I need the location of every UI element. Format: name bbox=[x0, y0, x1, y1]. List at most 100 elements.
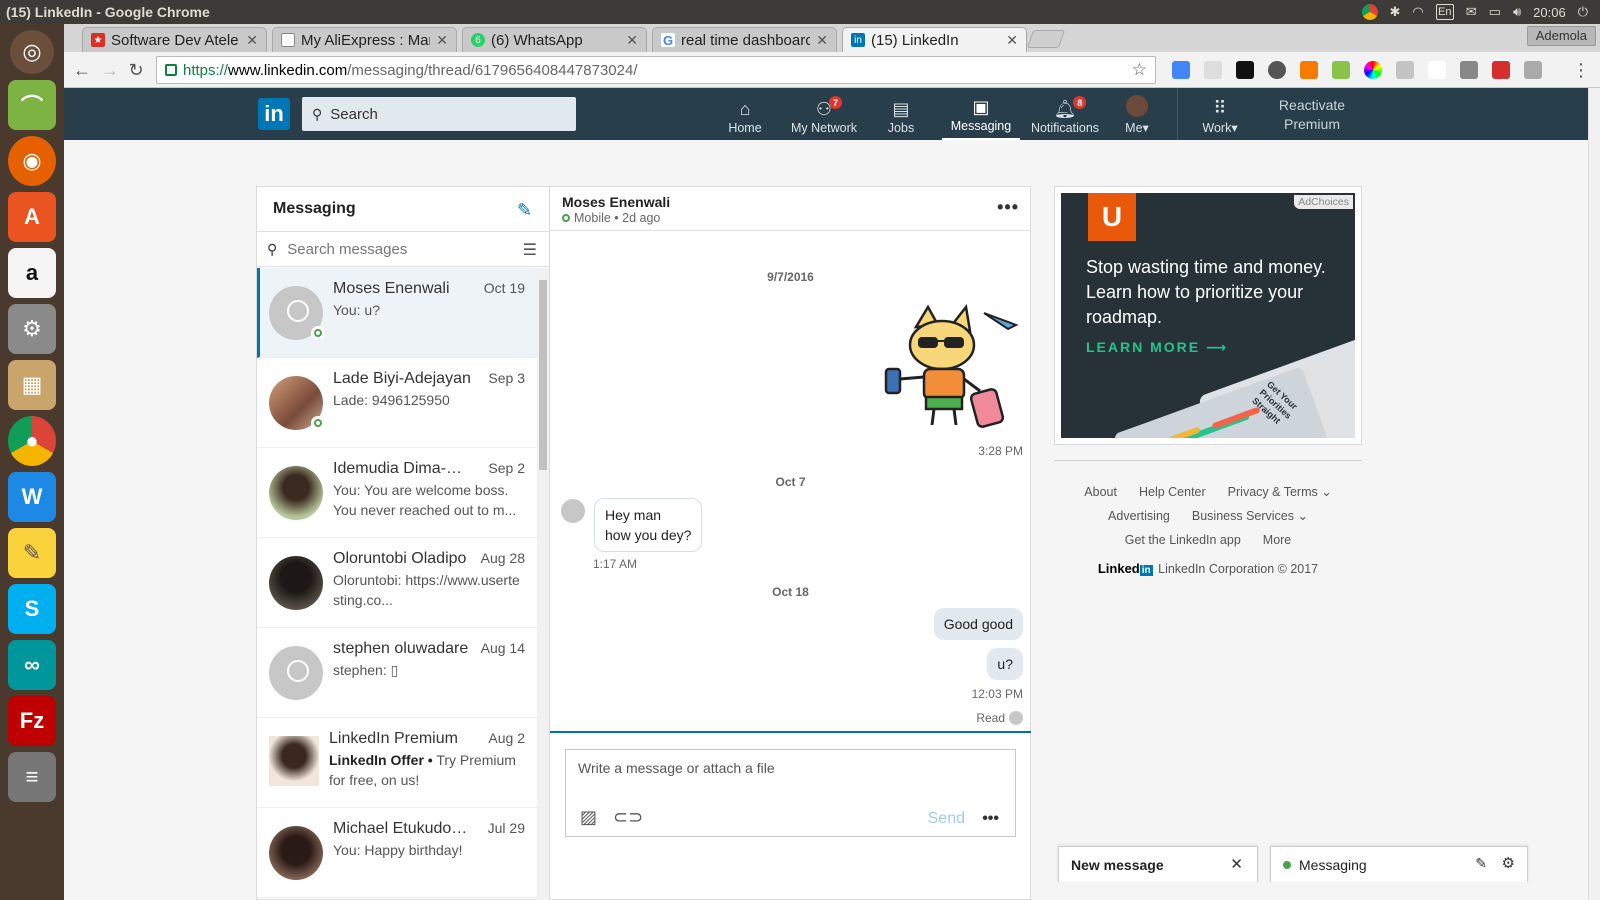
close-tab-icon[interactable]: ✕ bbox=[246, 32, 258, 49]
firefox-icon[interactable]: ◉ bbox=[8, 136, 56, 186]
reactivate-premium-link[interactable]: Reactivate Premium bbox=[1264, 96, 1360, 134]
address-bar[interactable]: https://www.linkedin.com/messaging/threa… bbox=[156, 56, 1156, 84]
close-tab-icon[interactable]: ✕ bbox=[626, 32, 638, 49]
angular-extension-icon[interactable] bbox=[1396, 61, 1414, 79]
bluetooth-icon[interactable]: ✱ bbox=[1390, 4, 1401, 20]
back-icon[interactable]: ← bbox=[70, 58, 94, 82]
wifi-icon[interactable]: ◠ bbox=[1412, 4, 1423, 20]
nav-jobs[interactable]: ▤ Jobs bbox=[876, 88, 926, 140]
list-item[interactable]: Idemudia Dima-Ok... Sep 2 You: You are w… bbox=[257, 448, 537, 538]
footer-link-more[interactable]: More bbox=[1263, 533, 1291, 547]
ad-creative[interactable]: U AdChoices Stop wasting time and money.… bbox=[1061, 193, 1355, 438]
map-app-icon[interactable]: ▦ bbox=[8, 360, 56, 410]
clock[interactable]: 20:06 bbox=[1533, 5, 1566, 20]
extension-icon[interactable] bbox=[1428, 61, 1446, 79]
list-item[interactable]: stephen oluwadare Aug 14 stephen: ▯ bbox=[257, 628, 537, 718]
linkedin-logo[interactable]: in bbox=[258, 98, 290, 130]
browser-tab[interactable]: G real time dashboarc ✕ bbox=[652, 27, 837, 52]
writer-icon[interactable]: W bbox=[8, 472, 56, 522]
volume-icon[interactable]: 🔊︎ bbox=[1513, 4, 1521, 20]
browser-tab[interactable]: ★ Software Dev Atele ✕ bbox=[82, 27, 267, 52]
send-button[interactable]: Send bbox=[928, 810, 965, 828]
adchoices-link[interactable]: AdChoices bbox=[1294, 195, 1353, 209]
footer-link-advertising[interactable]: Advertising bbox=[1108, 509, 1170, 523]
chrome-tray-icon[interactable] bbox=[1361, 4, 1378, 20]
nav-notifications[interactable]: 🔔︎ 8 Notifications bbox=[1024, 88, 1106, 140]
conversation-list-scrollbar[interactable] bbox=[537, 268, 549, 900]
stack-apps-icon[interactable]: ≡ bbox=[8, 752, 56, 802]
color-picker-extension-icon[interactable] bbox=[1332, 61, 1350, 79]
nav-work[interactable]: ⠿ Work▾ bbox=[1192, 88, 1248, 140]
chrome-menu-icon[interactable]: ⋮ bbox=[1569, 58, 1593, 82]
compose-icon[interactable]: ✎ bbox=[517, 200, 537, 220]
compose-icon[interactable]: ✎ bbox=[1475, 855, 1487, 872]
shield-extension-icon[interactable] bbox=[1460, 61, 1478, 79]
ad-learn-more[interactable]: LEARN MORE ⟶ bbox=[1086, 339, 1228, 356]
sidebar-ad[interactable]: U AdChoices Stop wasting time and money.… bbox=[1054, 186, 1362, 445]
extension-icon[interactable] bbox=[1300, 61, 1318, 79]
more-options-icon[interactable]: ••• bbox=[982, 810, 999, 828]
scrollbar-thumb[interactable] bbox=[539, 280, 547, 470]
power-icon[interactable]: ⏻ bbox=[1578, 4, 1588, 20]
message-input[interactable] bbox=[566, 750, 1015, 800]
amazon-icon[interactable]: a bbox=[8, 248, 56, 298]
footer-link-business[interactable]: Business Services ⌄ bbox=[1192, 509, 1308, 523]
list-item[interactable]: Moses Enenwali Oct 19 You: u? bbox=[257, 268, 537, 358]
gear-icon[interactable]: ⚙ bbox=[1502, 854, 1515, 872]
forward-icon[interactable]: → bbox=[98, 58, 122, 82]
close-tab-icon[interactable]: ✕ bbox=[436, 32, 448, 49]
chrome-profile-button[interactable]: Ademola bbox=[1526, 26, 1596, 46]
browser-tab-active[interactable]: in (15) LinkedIn ✕ bbox=[842, 27, 1027, 52]
nav-me[interactable]: Me▾ bbox=[1114, 88, 1160, 140]
extension-icon[interactable] bbox=[1524, 61, 1542, 79]
browser-tab[interactable]: My AliExpress : Mar ✕ bbox=[272, 27, 457, 52]
software-center-icon[interactable]: A bbox=[8, 192, 56, 242]
new-tab-button[interactable] bbox=[1026, 30, 1066, 48]
battery-icon[interactable]: ▭ bbox=[1489, 4, 1501, 20]
translate-extension-icon[interactable] bbox=[1172, 61, 1190, 79]
search-messages-input[interactable] bbox=[287, 240, 488, 258]
reload-icon[interactable]: ↻ bbox=[124, 58, 148, 82]
global-search-input[interactable] bbox=[330, 105, 551, 123]
notes-icon[interactable]: ✎ bbox=[8, 528, 56, 578]
paperclip-icon[interactable]: ⊂⊃ bbox=[613, 807, 643, 828]
wordpress-extension-icon[interactable] bbox=[1268, 61, 1286, 79]
image-icon[interactable]: ▨ bbox=[580, 807, 597, 828]
thread-contact-name[interactable]: Moses Enenwali bbox=[562, 194, 1019, 210]
nav-home[interactable]: ⌂ Home bbox=[718, 88, 772, 140]
extension-icon[interactable] bbox=[1492, 61, 1510, 79]
chrome-icon[interactable]: ● bbox=[8, 416, 56, 466]
list-item[interactable]: Michael Etukudoh ... Jul 29 You: Happy b… bbox=[257, 808, 537, 898]
extension-icon[interactable] bbox=[1204, 61, 1222, 79]
more-options-icon[interactable]: ••• bbox=[997, 197, 1019, 218]
page-scrollbar[interactable] bbox=[1588, 88, 1600, 900]
aptana-icon[interactable]: ⌒ bbox=[8, 80, 56, 130]
close-tab-icon[interactable]: ✕ bbox=[1006, 32, 1018, 49]
footer-link-about[interactable]: About bbox=[1084, 485, 1117, 499]
list-item[interactable]: LinkedIn Premium Aug 2 LinkedIn Offer • … bbox=[257, 718, 537, 808]
global-search[interactable]: ⚲ bbox=[302, 97, 576, 131]
close-icon[interactable]: ✕ bbox=[1230, 855, 1243, 873]
messaging-popup[interactable]: Messaging ✎ ⚙ bbox=[1270, 846, 1528, 882]
filezilla-icon[interactable]: Fz bbox=[8, 696, 56, 746]
jetbrains-extension-icon[interactable] bbox=[1236, 61, 1254, 79]
browser-tab[interactable]: 6 (6) WhatsApp ✕ bbox=[462, 27, 647, 52]
nav-messaging[interactable]: ▣ Messaging bbox=[942, 88, 1020, 140]
close-tab-icon[interactable]: ✕ bbox=[816, 32, 828, 49]
skype-icon[interactable]: S bbox=[8, 584, 56, 634]
palette-extension-icon[interactable] bbox=[1364, 61, 1382, 79]
keyboard-layout-indicator[interactable]: En bbox=[1435, 4, 1454, 20]
list-item[interactable]: Oloruntobi Oladipo Aug 28 Oloruntobi: ht… bbox=[257, 538, 537, 628]
footer-link-help[interactable]: Help Center bbox=[1139, 485, 1206, 499]
footer-link-privacy[interactable]: Privacy & Terms ⌄ bbox=[1228, 485, 1332, 499]
nav-my-network[interactable]: ⚇ 7 My Network bbox=[786, 88, 862, 140]
new-message-popup[interactable]: New message ✕ bbox=[1058, 846, 1258, 882]
list-item[interactable]: Lade Biyi-Adejayan Sep 3 Lade: 949612595… bbox=[257, 358, 537, 448]
ubuntu-dash-icon[interactable]: ◎ bbox=[10, 30, 54, 74]
bookmark-star-icon[interactable]: ☆ bbox=[1132, 60, 1147, 80]
system-settings-icon[interactable]: ⚙ bbox=[8, 304, 56, 354]
mail-icon[interactable]: ✉ bbox=[1466, 4, 1477, 20]
footer-link-app[interactable]: Get the LinkedIn app bbox=[1125, 533, 1241, 547]
arduino-icon[interactable]: ∞ bbox=[8, 640, 56, 690]
filter-icon[interactable]: ☰ bbox=[523, 240, 537, 260]
